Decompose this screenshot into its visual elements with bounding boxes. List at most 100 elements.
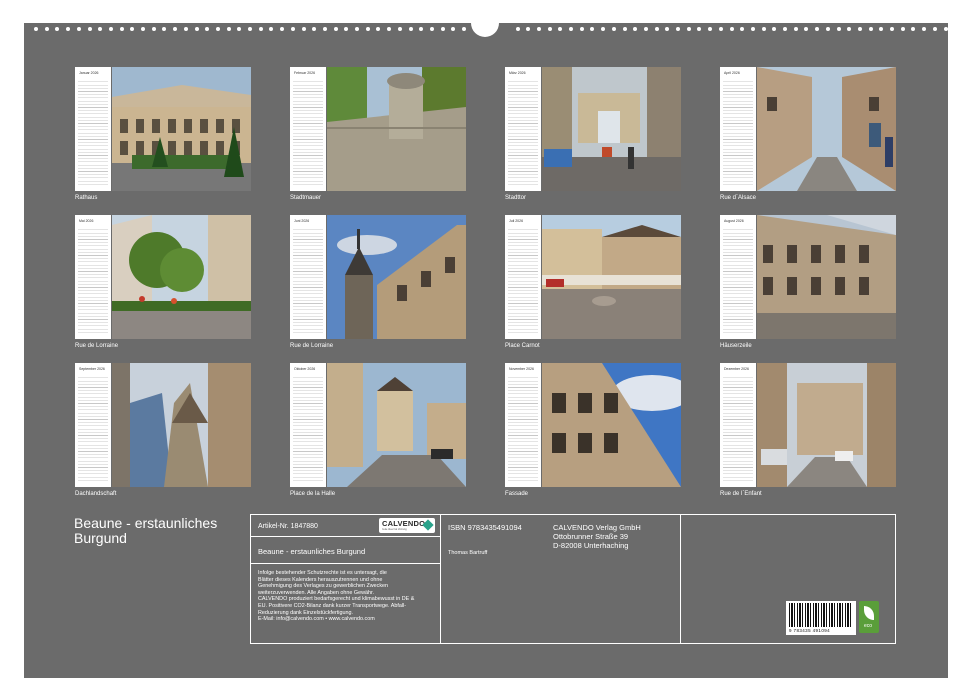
calendar-day-lines — [508, 79, 538, 187]
mini-calendar: März 2026 — [505, 67, 541, 191]
month-name: Dezember 2026 — [724, 367, 749, 371]
month-tile: April 2026 Rue d`Alsace — [720, 67, 896, 201]
binding-hole — [141, 27, 145, 31]
binding-hole — [708, 27, 713, 31]
calendar-day-lines — [723, 375, 753, 483]
binding-hole — [280, 27, 285, 31]
binding-hole — [66, 27, 71, 31]
eco-label: eco — [864, 623, 873, 629]
legal-notice: Infolge bestehender Schutzrechte ist es … — [258, 570, 414, 623]
binding-hole — [119, 27, 124, 31]
binding-hole — [868, 27, 873, 31]
calendar-back-sheet: Januar 2026 Rathaus Februar 2026 Stadtmauer… — [24, 21, 948, 678]
binding-hole — [536, 27, 541, 31]
binding-hole — [290, 27, 295, 31]
binding-hole — [87, 27, 92, 31]
binding-hole — [804, 27, 809, 31]
legal-line: Infolge bestehender Schutzrechte ist es … — [258, 570, 387, 576]
month-name: Juli 2026 — [509, 219, 524, 223]
binding-hole — [387, 27, 392, 31]
binding-hole — [194, 27, 199, 31]
binding-hole — [515, 27, 520, 31]
month-name: Oktober 2026 — [294, 367, 316, 371]
month-photo — [327, 67, 466, 191]
binding-hole — [205, 27, 210, 31]
photo-caption: Dachlandschaft — [75, 491, 117, 497]
mini-calendar: September 2026 — [75, 363, 111, 487]
binding-hole — [451, 27, 456, 31]
mini-calendar: Januar 2026 — [75, 67, 111, 191]
binding-hole — [579, 27, 584, 31]
month-tile: Oktober 2026 Place de la Halle — [290, 363, 466, 497]
binding-hole — [793, 27, 798, 31]
legal-line: E-Mail: info@calvendo.com • www.calvendo… — [258, 616, 375, 623]
publisher-line: D-82008 Unterhaching — [553, 541, 629, 550]
binding-hole — [344, 27, 349, 31]
binding-hole — [419, 27, 424, 31]
publisher-line: Ottobrunner Straße 39 — [553, 532, 629, 541]
article-number: Artikel-Nr. 1847880 — [258, 523, 318, 530]
binding-hole — [237, 27, 242, 31]
month-photo — [327, 363, 466, 487]
photo-caption: Place de la Halle — [290, 491, 336, 497]
binding-hole — [815, 27, 820, 31]
month-photo — [757, 215, 896, 339]
month-name: Januar 2026 — [79, 71, 99, 75]
month-tile: November 2026 Fassade — [505, 363, 681, 497]
calendar-day-lines — [78, 227, 108, 335]
month-photo — [757, 67, 896, 191]
month-tile: Juni 2026 Rue de Lorraine — [290, 215, 466, 349]
binding-hole — [825, 27, 830, 31]
calvendo-logo: CALVENDO Gute Idee hat Vorrang — [379, 518, 435, 533]
month-name: Februar 2026 — [294, 71, 316, 75]
barcode-bars — [789, 603, 853, 627]
binding-hole — [900, 27, 905, 31]
binding-hole — [183, 27, 188, 31]
mini-calendar: Juli 2026 — [505, 215, 541, 339]
month-photo — [327, 215, 466, 339]
info-box: Artikel-Nr. 1847880 CALVENDO Gute Idee h… — [250, 514, 896, 644]
binding-hole — [130, 27, 135, 31]
calendar-day-lines — [78, 79, 108, 187]
month-name: Mai 2026 — [79, 219, 94, 223]
photo-caption: Rue de Lorraine — [290, 343, 334, 349]
eco-badge: eco — [859, 601, 879, 633]
binding-hole — [643, 27, 648, 31]
photo-caption: Rathaus — [75, 195, 98, 201]
photo-caption: Stadttor — [505, 195, 527, 201]
month-photo — [542, 363, 681, 487]
binding-hole — [718, 27, 723, 31]
legal-line: weiterzuverwenden. Alle Angaben ohne Gew… — [258, 589, 374, 596]
binding-hole — [622, 27, 627, 31]
mini-calendar: August 2026 — [720, 215, 756, 339]
binding-hole — [922, 27, 927, 31]
binding-hole — [397, 27, 402, 31]
calendar-day-lines — [508, 375, 538, 483]
mini-calendar: April 2026 — [720, 67, 756, 191]
month-photo — [112, 67, 251, 191]
binding-hole — [932, 27, 937, 31]
binding-hole — [98, 27, 103, 31]
mini-calendar: November 2026 — [505, 363, 541, 487]
mini-calendar: Juni 2026 — [290, 215, 326, 339]
binding-hole — [55, 27, 60, 31]
binding-hole — [601, 27, 606, 31]
binding-hole — [462, 27, 466, 31]
binding-hole — [611, 27, 616, 31]
binding-hole — [365, 27, 370, 31]
binding-hole — [151, 27, 156, 31]
binding-hole — [676, 27, 680, 31]
binding-hole — [879, 27, 884, 31]
binding-hole — [654, 27, 659, 31]
month-tile: September 2026 Dachlandschaft — [75, 363, 251, 497]
binding-hole — [558, 27, 563, 31]
month-name: September 2026 — [79, 367, 105, 371]
binding-hole — [836, 27, 841, 31]
binding-hole — [312, 27, 317, 31]
binding-hole — [355, 27, 359, 31]
info-subtitle: Beaune - erstaunliches Burgund — [258, 547, 366, 556]
logo-text: CALVENDO — [382, 519, 426, 528]
calendar-day-lines — [78, 375, 108, 483]
binding-hole — [269, 27, 274, 31]
mini-calendar: Februar 2026 — [290, 67, 326, 191]
